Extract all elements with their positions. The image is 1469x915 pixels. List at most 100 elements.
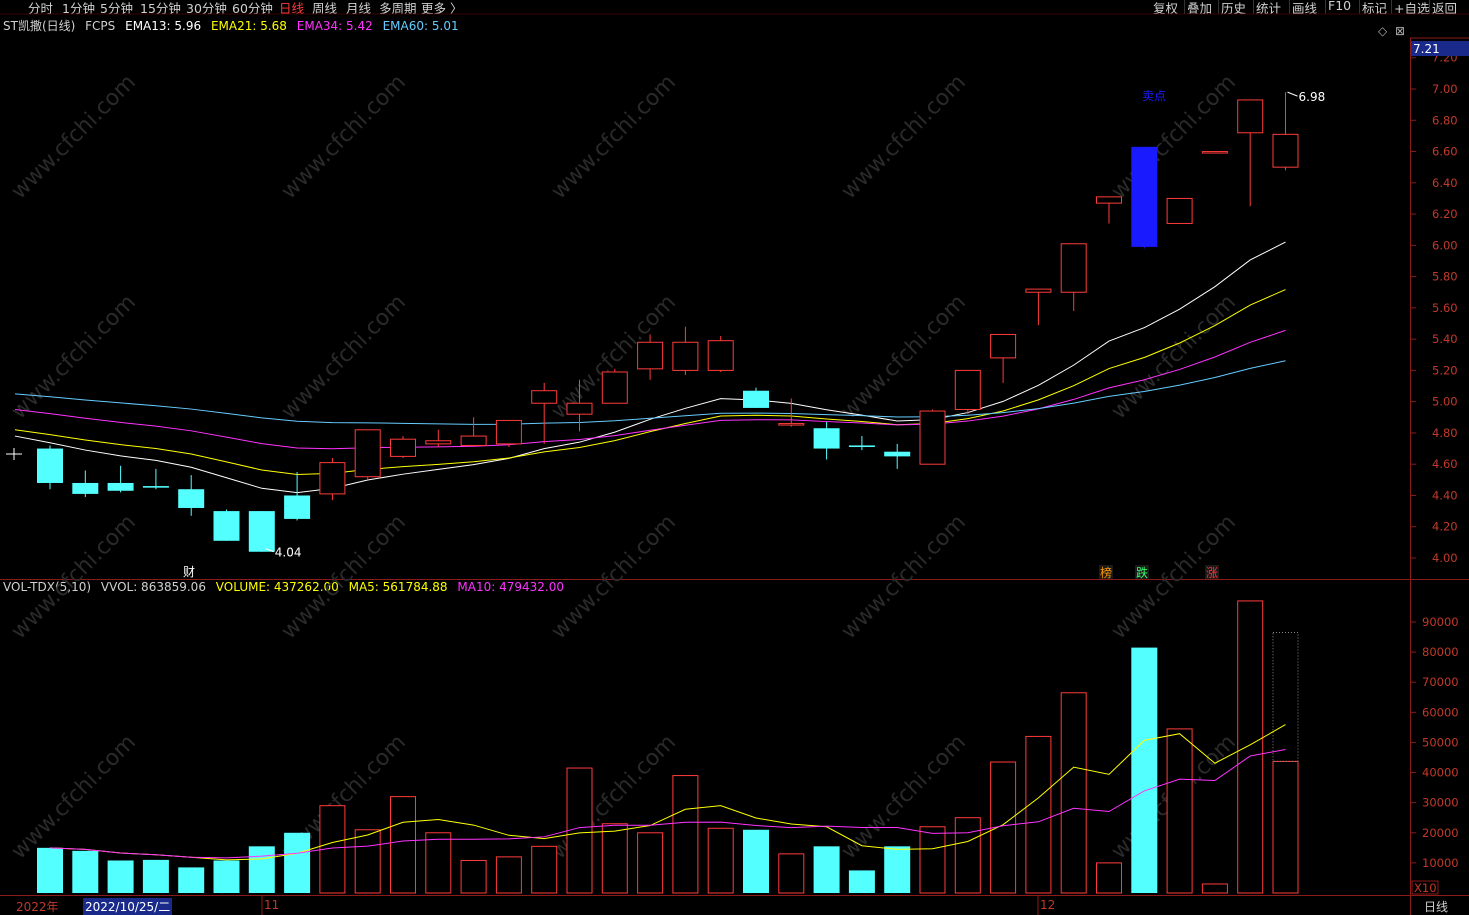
price-tick-label: 6.80 bbox=[1432, 113, 1458, 127]
volume-bar-up bbox=[707, 827, 734, 894]
volume-tick-label: 60000 bbox=[1422, 705, 1459, 719]
kline-chart[interactable]: www.cfchi.com www.cfchi.com www.cfchi.com w… bbox=[0, 0, 1469, 915]
watermark-text: www.cfchi.com bbox=[547, 70, 681, 204]
candle-body-up bbox=[1166, 197, 1193, 224]
event-marker: 跌 bbox=[1136, 565, 1148, 580]
volume-tick-label: 70000 bbox=[1422, 675, 1459, 689]
candle-body-down bbox=[1131, 146, 1158, 247]
current-price-label: 7.21 bbox=[1413, 42, 1440, 56]
vol-multiplier-label: X10 bbox=[1414, 881, 1437, 895]
volume-bar-down bbox=[37, 847, 63, 893]
price-tick-label: 5.80 bbox=[1432, 270, 1458, 284]
price-tick-label: 4.60 bbox=[1432, 457, 1458, 471]
high-price-label: 6.98 bbox=[1299, 90, 1326, 104]
watermark-text: www.cfchi.com bbox=[837, 70, 971, 204]
vol-ma10-line bbox=[49, 748, 1286, 859]
price-tick-label: 4.00 bbox=[1432, 551, 1458, 565]
volume-bar-down bbox=[142, 859, 169, 893]
volume-bar-up bbox=[672, 775, 699, 894]
watermark-text: www.cfchi.com bbox=[547, 510, 681, 644]
price-tick-label: 6.20 bbox=[1432, 207, 1458, 221]
watermark-text: www.cfchi.com bbox=[7, 730, 141, 864]
candle-body-up bbox=[778, 423, 805, 426]
candle-body-down bbox=[142, 486, 169, 488]
candle-body-up bbox=[954, 369, 981, 410]
candle-body-up bbox=[707, 340, 734, 371]
candle-body-up bbox=[637, 341, 664, 370]
high-pointer bbox=[1287, 91, 1298, 97]
volume-bar-up bbox=[425, 832, 452, 894]
volume-bar-up bbox=[460, 859, 487, 894]
candle-body-up bbox=[566, 402, 593, 415]
sell-point-label: 卖点 bbox=[1142, 89, 1166, 103]
watermark-text: www.cfchi.com bbox=[7, 510, 141, 644]
candle-body-up bbox=[1272, 133, 1299, 168]
volume-bar-up bbox=[495, 856, 522, 894]
volume-bar-up bbox=[1272, 760, 1299, 894]
volume-bar-down bbox=[178, 867, 205, 893]
watermark-text: www.cfchi.com bbox=[837, 730, 971, 864]
candle-body-down bbox=[284, 495, 311, 519]
watermark-text: www.cfchi.com bbox=[1107, 290, 1241, 424]
candle-body-up bbox=[531, 390, 558, 404]
volume-tick-label: 80000 bbox=[1422, 645, 1459, 659]
period-label[interactable]: 日线 bbox=[1424, 898, 1448, 915]
candle-body-down bbox=[813, 428, 840, 449]
event-marker: 涨 bbox=[1206, 565, 1218, 580]
candle-body-up bbox=[1060, 243, 1087, 293]
volume-bar-up bbox=[919, 826, 946, 894]
volume-bar-up bbox=[390, 796, 416, 894]
volume-bar-up bbox=[1166, 728, 1193, 894]
candle-body-down bbox=[743, 390, 769, 408]
watermark-text: www.cfchi.com bbox=[837, 510, 971, 644]
candle-body-up bbox=[354, 429, 381, 478]
watermark-text: www.cfchi.com bbox=[7, 290, 141, 424]
candle-body-up bbox=[601, 371, 628, 404]
projected-volume bbox=[1272, 632, 1299, 762]
candle-body-down bbox=[848, 445, 875, 448]
candle-body-up bbox=[1237, 99, 1264, 134]
price-tick-label: 5.40 bbox=[1432, 332, 1458, 346]
watermark-text: www.cfchi.com bbox=[277, 290, 411, 424]
event-marker: 榜 bbox=[1100, 565, 1112, 580]
watermark-text: www.cfchi.com bbox=[277, 510, 411, 644]
candle-body-down bbox=[213, 511, 240, 541]
price-tick-label: 6.40 bbox=[1432, 176, 1458, 190]
volume-tick-label: 50000 bbox=[1422, 735, 1459, 749]
volume-tick-label: 20000 bbox=[1422, 826, 1459, 840]
candle-body-up bbox=[390, 438, 416, 457]
price-tick-label: 7.00 bbox=[1432, 82, 1458, 96]
volume-bar-down bbox=[743, 829, 769, 893]
watermark-text: www.cfchi.com bbox=[1107, 70, 1241, 204]
volume-bar-up bbox=[531, 845, 558, 894]
volume-bar-up bbox=[637, 832, 664, 894]
price-tick-label: 4.80 bbox=[1432, 426, 1458, 440]
candle-body-down bbox=[884, 451, 911, 457]
volume-tick-label: 40000 bbox=[1422, 766, 1459, 780]
volume-bar-down bbox=[813, 846, 840, 893]
candle-body-up bbox=[672, 341, 699, 371]
financial-marker: 财 bbox=[183, 565, 195, 579]
price-tick-label: 4.40 bbox=[1432, 488, 1458, 502]
candle-body-down bbox=[37, 448, 63, 483]
year-label: 2022年 bbox=[16, 900, 59, 914]
candle-body-up bbox=[990, 333, 1017, 359]
watermark-text: www.cfchi.com bbox=[1107, 510, 1241, 644]
price-tick-label: 6.60 bbox=[1432, 145, 1458, 159]
volume-bar-up bbox=[566, 767, 593, 894]
volume-bar-up bbox=[778, 853, 805, 894]
price-tick-label: 5.60 bbox=[1432, 301, 1458, 315]
price-tick-label: 4.20 bbox=[1432, 520, 1458, 534]
candle-body-up bbox=[460, 435, 487, 446]
volume-bar-up bbox=[1025, 735, 1052, 894]
price-tick-label: 6.00 bbox=[1432, 238, 1458, 252]
candle-body-down bbox=[72, 482, 99, 494]
candle-body-down bbox=[178, 489, 205, 508]
candle-body-up bbox=[319, 462, 346, 495]
candle-body-up bbox=[1096, 196, 1122, 204]
volume-bar-up bbox=[1237, 600, 1264, 894]
volume-bar-up bbox=[601, 823, 628, 894]
candle-body-up bbox=[1201, 151, 1228, 154]
volume-tick-label: 90000 bbox=[1422, 615, 1459, 629]
price-tick-label: 5.00 bbox=[1432, 395, 1458, 409]
